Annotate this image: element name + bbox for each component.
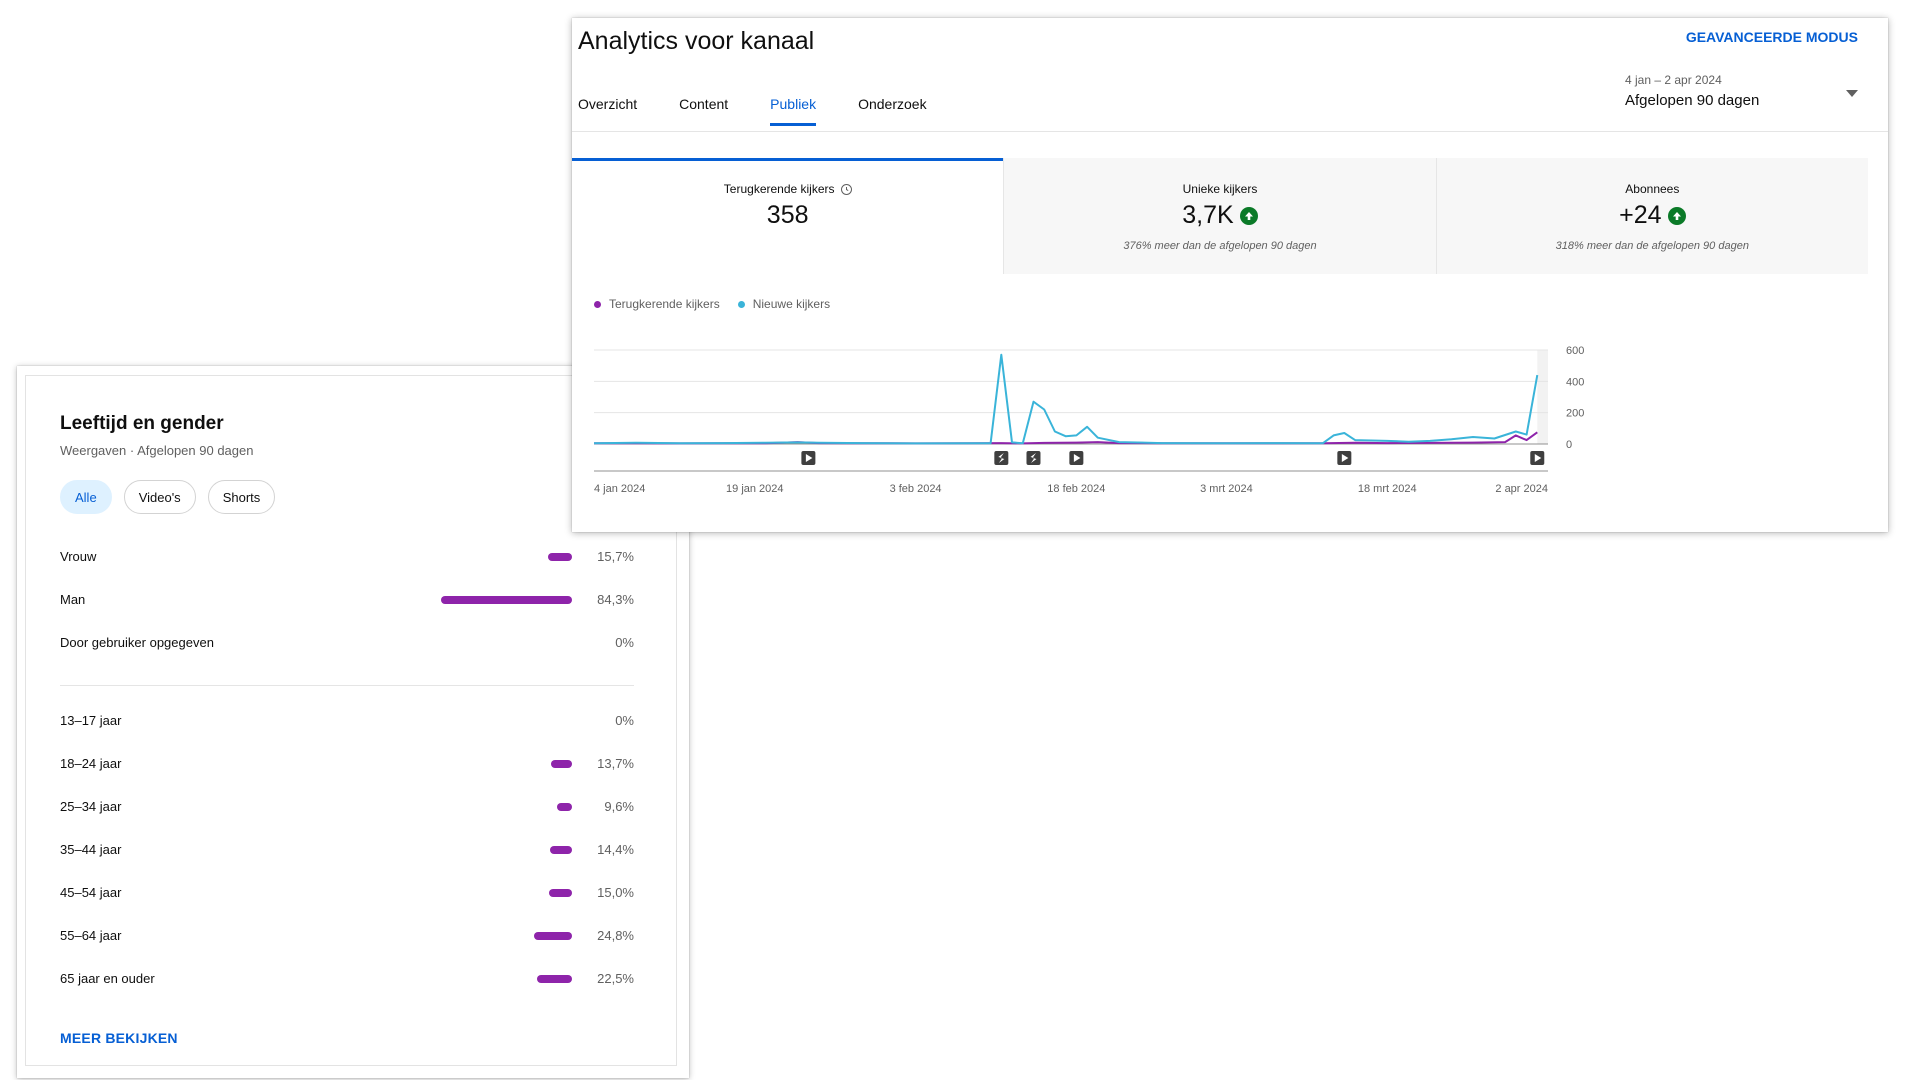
filter-chip-all[interactable]: Alle [60, 480, 112, 514]
page-title: Analytics voor kanaal [578, 27, 815, 55]
metric-value: +24 [1619, 201, 1662, 229]
metric-cards: Terugkerende kijkers 358 Unieke kijkers … [572, 158, 1868, 274]
x-tick-label: 2 apr 2024 [1495, 483, 1548, 495]
metric-value-wrap: +24 [1437, 201, 1868, 230]
channel-analytics-card: Analytics voor kanaal GEAVANCEERDE MODUS… [572, 18, 1888, 532]
legend-label: Nieuwe kijkers [752, 297, 831, 311]
age-gender-title: Leeftijd en gender [60, 413, 224, 434]
gender-row-user-specified: Door gebruiker opgegeven 0% [60, 632, 634, 654]
age-gender-subtitle: Weergaven · Afgelopen 90 dagen [60, 443, 254, 458]
legend-item-new[interactable]: Nieuwe kijkers [737, 297, 831, 311]
age-row: 13–17 jaar 0% [60, 710, 634, 732]
tab-research[interactable]: Onderzoek [858, 96, 926, 126]
metric-comparison-note: 318% meer dan de afgelopen 90 dagen [1555, 240, 1749, 252]
see-more-link[interactable]: MEER BEKIJKEN [60, 1030, 178, 1046]
metric-label-wrap: Terugkerende kijkers [572, 182, 1003, 196]
tab-overview[interactable]: Overzicht [578, 96, 637, 126]
metric-value: 358 [766, 201, 809, 229]
x-tick-label: 3 feb 2024 [890, 483, 942, 495]
viewers-line-chart[interactable]: 0 200 400 600 4 jan 2024 19 jan 2024 3 feb 202… [572, 318, 1888, 532]
metric-value-wrap: 3,7K [1004, 201, 1435, 230]
y-tick-label: 200 [1566, 408, 1584, 420]
series-line [593, 353, 1539, 445]
chart-legend: Terugkerende kijkers Nieuwe kijkers [594, 297, 830, 311]
age-bar [550, 760, 572, 768]
date-range-text[interactable]: 4 jan – 2 apr 2024 [1625, 73, 1722, 87]
tab-audience[interactable]: Publiek [770, 96, 816, 126]
gender-percentage: 84,3% [597, 592, 634, 607]
age-percentage: 15,0% [597, 885, 634, 900]
age-bar [537, 975, 572, 983]
metric-label: Unieke kijkers [1182, 182, 1258, 196]
arrow-up-icon [1239, 206, 1258, 225]
gender-label: Vrouw [60, 549, 97, 564]
x-tick-label: 18 feb 2024 [1047, 483, 1105, 495]
gender-bar [547, 553, 572, 561]
x-tick-label: 3 mrt 2024 [1200, 483, 1253, 495]
y-tick-label: 600 [1566, 345, 1584, 357]
filter-chip-videos[interactable]: Video's [123, 480, 196, 514]
legend-dot [737, 300, 745, 308]
age-label: 25–34 jaar [60, 799, 122, 814]
metric-label: Abonnees [1625, 182, 1680, 196]
legend-item-returning[interactable]: Terugkerende kijkers [594, 297, 720, 311]
age-percentage: 9,6% [604, 799, 634, 814]
metric-label: Terugkerende kijkers [723, 182, 835, 196]
gender-percentage: 15,7% [597, 549, 634, 564]
age-bar [557, 803, 572, 811]
clock-icon[interactable] [840, 184, 852, 195]
age-bar [549, 846, 572, 854]
age-bar [533, 932, 572, 940]
age-row: 18–24 jaar 13,7% [60, 753, 634, 775]
age-row: 65 jaar en ouder 22,5% [60, 968, 634, 990]
chart-shaded-region [1537, 350, 1548, 444]
age-percentage: 22,5% [597, 971, 634, 986]
gender-label: Man [60, 592, 86, 607]
y-tick-label: 400 [1566, 376, 1584, 388]
gender-row-vrouw: Vrouw 15,7% [60, 546, 634, 568]
x-tick-label: 19 jan 2024 [726, 483, 784, 495]
age-row: 55–64 jaar 24,8% [60, 925, 634, 947]
metric-unique-viewers[interactable]: Unieke kijkers 3,7K 376% meer dan de afg… [1003, 158, 1436, 274]
y-tick-label: 0 [1566, 439, 1572, 451]
x-tick-label: 18 mrt 2024 [1358, 483, 1417, 495]
content-filter-chips: Alle Video's Shorts [60, 480, 276, 514]
age-row: 45–54 jaar 15,0% [60, 882, 634, 904]
age-bar [548, 889, 572, 897]
gender-label: Door gebruiker opgegeven [60, 635, 214, 650]
age-label: 65 jaar en ouder [60, 971, 155, 986]
legend-dot [594, 300, 601, 308]
age-percentage: 24,8% [597, 928, 634, 943]
section-divider [60, 685, 634, 686]
age-label: 55–64 jaar [60, 928, 122, 943]
metric-subscribers[interactable]: Abonnees +24 318% meer dan de afgelopen … [1435, 158, 1868, 274]
header-divider [572, 131, 1888, 132]
age-row: 35–44 jaar 14,4% [60, 839, 634, 861]
x-tick-label: 4 jan 2024 [594, 483, 645, 495]
legend-label: Terugkerende kijkers [609, 297, 720, 311]
age-percentage: 0% [615, 713, 634, 728]
age-percentage: 14,4% [597, 842, 634, 857]
filter-chip-shorts[interactable]: Shorts [207, 480, 276, 514]
gender-bar [441, 596, 572, 604]
metric-value: 3,7K [1182, 201, 1234, 229]
age-label: 35–44 jaar [60, 842, 122, 857]
gender-percentage: 0% [615, 635, 634, 650]
advanced-mode-button[interactable]: GEAVANCEERDE MODUS [1686, 29, 1858, 45]
age-row: 25–34 jaar 9,6% [60, 796, 634, 818]
dropdown-arrow-icon[interactable] [1846, 90, 1858, 97]
date-period-selector[interactable]: Afgelopen 90 dagen [1625, 92, 1759, 109]
age-label: 18–24 jaar [60, 756, 122, 771]
age-percentage: 13,7% [597, 756, 634, 771]
analytics-tabs: Overzicht Content Publiek Onderzoek [578, 96, 969, 126]
metric-comparison-note: 376% meer dan de afgelopen 90 dagen [1123, 240, 1317, 252]
gender-row-man: Man 84,3% [60, 589, 634, 611]
age-label: 13–17 jaar [60, 713, 122, 728]
metric-returning-viewers[interactable]: Terugkerende kijkers 358 [572, 158, 1004, 274]
arrow-up-icon [1667, 206, 1686, 225]
age-label: 45–54 jaar [60, 885, 122, 900]
tab-content[interactable]: Content [679, 96, 728, 126]
